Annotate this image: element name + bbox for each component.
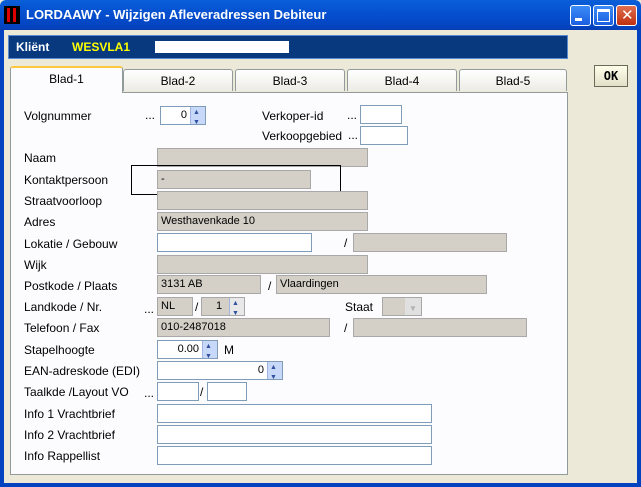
tab-blad-5[interactable]: Blad-5 <box>459 69 567 91</box>
close-icon: ✕ <box>621 6 634 24</box>
taalkde-separator: / <box>200 385 204 399</box>
plaats-field[interactable]: Vlaardingen <box>276 275 487 294</box>
landkode-separator: / <box>195 300 199 314</box>
landkode-lookup[interactable]: ... <box>144 302 154 316</box>
lokatie-separator: / <box>344 236 348 250</box>
fax-field[interactable] <box>353 318 527 337</box>
telefoon-field[interactable]: 010-2487018 <box>157 318 330 337</box>
info2-label: Info 2 Vrachtbrief <box>24 428 115 442</box>
postkode-separator: / <box>268 279 272 293</box>
landkode-nr-value: 1 <box>216 300 223 312</box>
kontaktpersoon-field[interactable]: - <box>157 170 311 189</box>
volgnummer-field[interactable]: 0 <box>160 106 206 125</box>
maximize-icon <box>597 9 610 22</box>
stapelhoogte-label: Stapelhoogte <box>24 343 95 357</box>
postkode-field[interactable]: 3131 AB <box>157 275 261 294</box>
verkoper-id-label: Verkoper-id <box>262 109 324 123</box>
taalkode-field[interactable] <box>157 382 199 401</box>
minimize-button[interactable] <box>570 5 591 26</box>
wijk-label: Wijk <box>24 258 47 272</box>
tab-blad-2[interactable]: Blad-2 <box>123 69 233 91</box>
gebouw-field[interactable] <box>353 233 507 252</box>
maximize-button[interactable] <box>593 5 614 26</box>
tab-blad-3[interactable]: Blad-3 <box>235 69 345 91</box>
layout-vo-field[interactable] <box>207 382 247 401</box>
kontaktpersoon-label: Kontaktpersoon <box>24 173 109 187</box>
volgnummer-value: 0 <box>180 109 187 121</box>
adres-field[interactable]: Westhavenkade 10 <box>157 212 368 231</box>
info2-field[interactable] <box>157 425 432 444</box>
landkode-nr-spinner[interactable] <box>229 298 244 315</box>
ean-field[interactable]: 0 <box>157 361 283 380</box>
volgnummer-lookup[interactable]: ... <box>145 108 155 122</box>
landkode-label: Landkode / Nr. <box>24 300 103 314</box>
stapelhoogte-field[interactable]: 0.00 <box>157 340 218 359</box>
client-name <box>155 41 289 53</box>
wijk-field[interactable] <box>157 255 368 274</box>
naam-label: Naam <box>24 151 57 165</box>
verkoper-id-field[interactable] <box>360 105 402 124</box>
telefoon-label: Telefoon / Fax <box>24 321 100 335</box>
volgnummer-label: Volgnummer <box>24 109 92 123</box>
client-code: WESVLA1 <box>72 40 131 54</box>
postkode-label: Postkode / Plaats <box>24 279 118 293</box>
info1-field[interactable] <box>157 404 432 423</box>
ok-button[interactable]: OK <box>594 65 628 87</box>
lokatie-label: Lokatie / Gebouw <box>24 237 118 251</box>
verkoopgebied-field[interactable] <box>360 126 408 145</box>
info1-label: Info 1 Vrachtbrief <box>24 407 115 421</box>
straatvoorloop-label: Straatvoorloop <box>24 194 103 208</box>
tab-blad-1[interactable]: Blad-1 <box>10 66 123 93</box>
ean-value: 0 <box>257 364 264 376</box>
landkode-field[interactable]: NL <box>157 297 193 316</box>
stapelhoogte-spinner[interactable] <box>202 341 217 358</box>
verkoopgebied-lookup[interactable]: ... <box>348 128 358 142</box>
verkoopgebied-label: Verkoopgebied <box>262 129 343 143</box>
info-rappel-field[interactable] <box>157 446 432 465</box>
taalkde-label: Taalkde /Layout VO <box>24 385 129 399</box>
volgnummer-spinner[interactable] <box>190 107 205 124</box>
staat-dropdown-icon[interactable] <box>405 298 421 315</box>
telefoon-separator: / <box>344 321 348 335</box>
verkoper-id-lookup[interactable]: ... <box>347 108 357 122</box>
adres-label: Adres <box>24 215 56 229</box>
ean-label: EAN-adreskode (EDI) <box>24 364 141 378</box>
info-rappel-label: Info Rappellist <box>24 449 101 463</box>
taalkde-lookup[interactable]: ... <box>144 386 154 400</box>
tab-blad-4[interactable]: Blad-4 <box>347 69 457 91</box>
window-title: LORDAAWY - Wijzigen Afleveradressen Debi… <box>26 7 327 22</box>
lokatie-field[interactable] <box>157 233 312 252</box>
staat-label: Staat <box>345 300 374 314</box>
straatvoorloop-field[interactable] <box>157 191 368 210</box>
landkode-nr-field[interactable]: 1 <box>201 297 245 316</box>
staat-combobox[interactable] <box>382 297 422 316</box>
minimize-icon <box>575 18 582 21</box>
close-button[interactable]: ✕ <box>616 5 637 26</box>
stapelhoogte-value: 0.00 <box>177 343 199 355</box>
client-label: Kliënt <box>16 40 50 54</box>
app-icon <box>4 6 20 24</box>
ean-spinner[interactable] <box>267 362 282 379</box>
stapelhoogte-unit: M <box>224 343 234 357</box>
